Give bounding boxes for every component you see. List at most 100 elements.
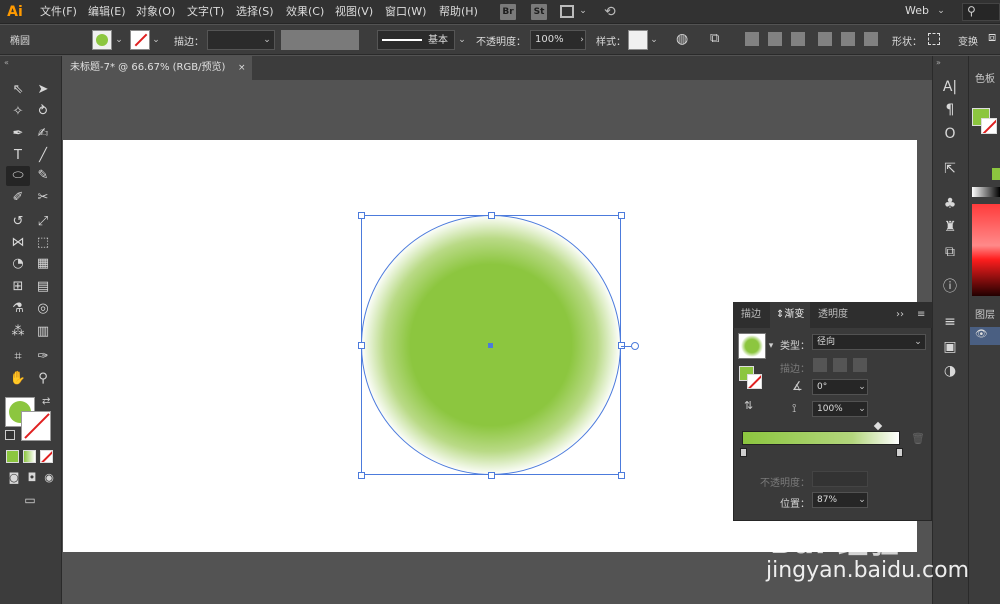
recolor-artwork-icon[interactable]: ◍ — [676, 31, 688, 47]
export-panel-icon[interactable]: ⇱ — [938, 158, 962, 180]
gradient-panel-icon[interactable]: ▣ — [938, 336, 962, 358]
gradient-preset-chevron-icon[interactable]: ▾ — [766, 341, 776, 351]
curvature-tool-icon[interactable]: ✍ — [33, 124, 53, 144]
mesh-tool-icon[interactable]: ⊞ — [8, 277, 28, 297]
color-spectrum[interactable] — [972, 204, 1000, 296]
document-tab[interactable]: 未标题-7* @ 66.67% (RGB/预览) — [62, 56, 252, 80]
menu-file[interactable]: 文件(F) — [40, 0, 77, 24]
fill-chevron-icon[interactable]: ⌄ — [114, 35, 124, 45]
type-select-chevron-icon[interactable]: ⌄ — [913, 337, 923, 347]
delete-stop-icon[interactable]: 🗑 — [911, 432, 925, 445]
grayscale-ramp[interactable] — [972, 187, 1000, 197]
collapse-dock-icon[interactable]: » — [936, 58, 941, 67]
draw-inside-icon[interactable]: ◉ — [39, 468, 59, 488]
handle-bottom-right[interactable] — [618, 472, 625, 479]
swap-fill-stroke-icon[interactable]: ⇄ — [42, 396, 50, 407]
hand-tool-icon[interactable]: ✋ — [8, 369, 28, 389]
pie-widget-handle[interactable] — [631, 342, 639, 350]
none-mode-icon[interactable] — [40, 450, 53, 463]
angle-chevron-icon[interactable]: ⌄ — [857, 382, 867, 392]
aspect-chevron-icon[interactable]: ⌄ — [857, 404, 867, 414]
gpu-performance-icon[interactable]: ⟲ — [604, 4, 616, 20]
opentype-panel-icon[interactable]: O — [938, 123, 962, 145]
menu-view[interactable]: 视图(V) — [335, 0, 373, 24]
blend-tool-icon[interactable]: ◎ — [33, 299, 53, 319]
free-transform-tool-icon[interactable]: ⬚ — [33, 233, 53, 253]
scale-tool-icon[interactable]: ⤢ — [33, 212, 53, 232]
perspective-grid-tool-icon[interactable]: ▦ — [33, 254, 53, 274]
character-panel-icon[interactable]: A| — [938, 76, 962, 98]
align-hcenter-icon[interactable] — [768, 32, 782, 46]
align-bottom-icon[interactable] — [864, 32, 878, 46]
type-tool-icon[interactable]: T — [8, 146, 28, 166]
artboard-tool-icon[interactable]: ⌗ — [8, 347, 28, 367]
collapse-toolbar-icon[interactable]: « — [4, 58, 9, 67]
shape-properties-icon[interactable] — [928, 33, 940, 45]
visibility-eye-icon[interactable]: 👁 — [975, 329, 988, 340]
opacity-arrow-icon[interactable]: › — [577, 35, 587, 45]
style-swatch[interactable] — [628, 30, 648, 50]
layers-tab[interactable]: 图层 — [975, 306, 995, 321]
gradient-preview[interactable] — [738, 333, 766, 359]
stroke-chevron-icon[interactable]: ⌄ — [151, 35, 161, 45]
panel-options-menu-icon[interactable]: ≡ — [917, 309, 925, 320]
gradient-stop-start[interactable] — [740, 448, 747, 457]
brush-definition-dropdown[interactable]: 基本 — [377, 30, 455, 50]
handle-top-left[interactable] — [358, 212, 365, 219]
stroke-color-box[interactable] — [21, 411, 51, 441]
eyedropper-tool-icon[interactable]: ⚗ — [8, 299, 28, 319]
gradient-slider[interactable] — [742, 431, 900, 445]
menu-select[interactable]: 选择(S) — [236, 0, 274, 24]
zoom-tool-icon[interactable]: ⚲ — [33, 369, 53, 389]
tab-gradient[interactable]: ⇕渐变 — [770, 302, 811, 328]
transparency-panel-icon[interactable]: ◑ — [938, 360, 962, 382]
paragraph-panel-icon[interactable]: ¶ — [938, 99, 962, 121]
tab-stroke[interactable]: 描边 — [735, 302, 767, 328]
rotate-tool-icon[interactable]: ↺ — [8, 212, 28, 232]
selection-tool-icon[interactable]: ⇖ — [8, 80, 28, 100]
menu-effect[interactable]: 效果(C) — [286, 0, 324, 24]
handle-bottom-center[interactable] — [488, 472, 495, 479]
info-panel-icon[interactable]: ⓘ — [938, 276, 962, 298]
menu-help[interactable]: 帮助(H) — [439, 0, 478, 24]
gradient-stroke-indicator[interactable] — [747, 374, 762, 389]
stroke-swatch[interactable] — [130, 30, 150, 50]
menu-type[interactable]: 文字(T) — [187, 0, 224, 24]
align-top-icon[interactable] — [818, 32, 832, 46]
panel-menu-icon[interactable]: ⧈ — [988, 30, 996, 45]
screen-mode-icon[interactable]: ▭ — [20, 490, 40, 510]
align-right-icon[interactable] — [791, 32, 805, 46]
default-fill-stroke-icon[interactable] — [5, 430, 15, 440]
color-mode-icon[interactable] — [6, 450, 19, 463]
ellipse-tool-icon[interactable]: ⬭ — [6, 166, 30, 186]
tab-transparency[interactable]: 透明度 — [812, 302, 854, 328]
gradient-tool-icon[interactable]: ▤ — [33, 277, 53, 297]
brushes-panel-icon[interactable]: ♜ — [938, 216, 962, 238]
direct-selection-tool-icon[interactable]: ➤ — [33, 80, 53, 100]
bridge-button[interactable]: Br — [500, 4, 516, 20]
arrange-documents-icon[interactable] — [560, 5, 574, 18]
color-panel-swatch[interactable] — [992, 168, 1000, 180]
position-chevron-icon[interactable]: ⌄ — [857, 495, 867, 505]
graphic-styles-panel-icon[interactable]: ⧉ — [938, 241, 962, 263]
shaper-tool-icon[interactable]: ✐ — [8, 188, 28, 208]
stock-button[interactable]: St — [531, 4, 547, 20]
align-vcenter-icon[interactable] — [841, 32, 855, 46]
menu-object[interactable]: 对象(O) — [136, 0, 175, 24]
workspace-chevron-icon[interactable]: ⌄ — [936, 6, 946, 16]
pen-tool-icon[interactable]: ✒ — [8, 124, 28, 144]
workspace-switcher[interactable]: Web — [905, 0, 929, 22]
brush-chevron-icon[interactable]: ⌄ — [457, 35, 467, 45]
style-chevron-icon[interactable]: ⌄ — [649, 35, 659, 45]
symbols-panel-icon[interactable]: ♣ — [938, 193, 962, 215]
symbol-sprayer-tool-icon[interactable]: ⁂ — [8, 322, 28, 342]
swatches-tab[interactable]: 色板 — [975, 70, 995, 85]
stroke-weight-chevron-icon[interactable]: ⌄ — [262, 35, 272, 45]
draw-normal-icon[interactable]: ◙ — [4, 468, 24, 488]
align-to-icon[interactable]: ⧉ — [710, 31, 719, 46]
width-tool-icon[interactable]: ⋈ — [8, 233, 28, 253]
align-left-icon[interactable] — [745, 32, 759, 46]
chevron-down-icon[interactable]: ⌄ — [578, 6, 588, 16]
shape-builder-tool-icon[interactable]: ◔ — [8, 254, 28, 274]
paintbrush-tool-icon[interactable]: ✎ — [33, 166, 53, 186]
